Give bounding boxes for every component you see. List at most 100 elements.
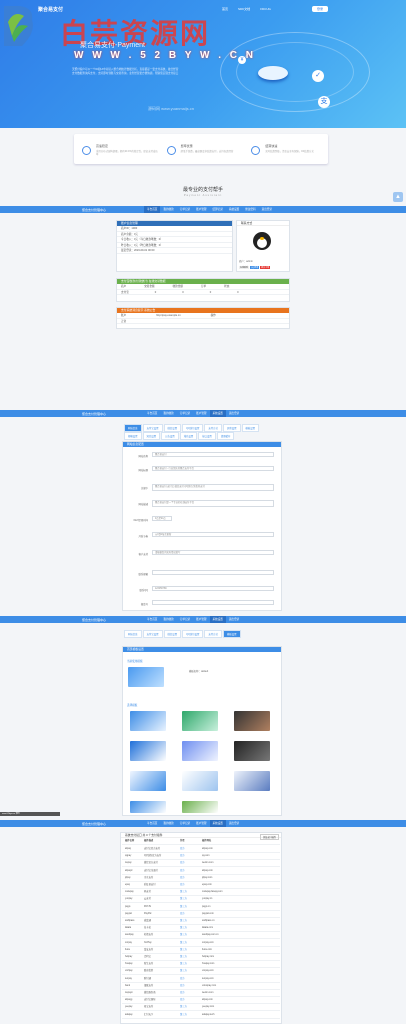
table-row[interactable]: jdpay 京东支付 官方 jdpay.com	[122, 875, 280, 882]
email-input[interactable]	[152, 570, 274, 575]
admin-brand[interactable]: 聚合支付管理中心	[82, 618, 144, 622]
tab-qq[interactable]: QQ钱包设置	[182, 424, 204, 432]
tab-site[interactable]: 网站信息	[124, 630, 142, 638]
nav-logout[interactable]: 退出登录	[259, 206, 275, 213]
tab-api[interactable]: 接口设置	[198, 432, 216, 440]
table-row[interactable]: alipay 支付宝官方支付 官方 alipay.com	[122, 846, 280, 853]
nav-account[interactable]: 账户管理	[193, 206, 209, 213]
table-row[interactable]: xorpay XorPay 第三方 xorpay.com	[122, 940, 280, 947]
nav-orders[interactable]: 订单记录	[177, 410, 193, 417]
table-row[interactable]: lakala 拉卡拉 第三方 lakala.com	[122, 925, 280, 933]
nav-orders[interactable]: 订单记录	[177, 820, 193, 827]
nav-receive[interactable]: 我的收款	[160, 616, 176, 623]
login-button[interactable]: 登录	[312, 6, 329, 12]
site-title-input[interactable]: 聚合易支付 - 行业领先的聚合支付平台	[152, 466, 274, 471]
nav-system[interactable]: 系统设置	[209, 410, 226, 417]
withdraw-time-input[interactable]: 0点至24点	[152, 516, 172, 521]
table-row[interactable]: epay 彩虹易支付 官方 epay.com	[122, 882, 280, 889]
nav-password[interactable]: 修改密码	[242, 206, 258, 213]
table-row[interactable]: umfpay 联动优势 第三方 umpay.com	[122, 968, 280, 976]
nav-fdcug[interactable]: FDCUG	[260, 7, 271, 11]
table-row[interactable]: alipayg 支付宝国际 官方 alipay.com	[122, 997, 280, 1005]
template-thumb[interactable]	[182, 741, 218, 761]
tab-alipay[interactable]: 支付宝设置	[142, 424, 163, 432]
tab-wechat[interactable]: 微信设置	[163, 630, 182, 638]
nav-account[interactable]: 账户管理	[193, 616, 209, 623]
tab-alipay[interactable]: 支付宝设置	[142, 630, 163, 638]
nav-receive[interactable]: 我的收款	[160, 410, 176, 417]
table-row[interactable]: tenpay 财付通 官方 tenpay.com	[122, 976, 280, 983]
template-thumb[interactable]	[182, 801, 218, 813]
support-input[interactable]: 请根据您的实际情况填写	[152, 550, 274, 555]
table-row[interactable]: bank 银联支付 官方 unionpay.com	[122, 983, 280, 990]
nav-receive[interactable]: 我的收款	[160, 206, 176, 213]
description-input[interactable]: 聚合易支付是一个专业的在线支付平台	[152, 500, 274, 507]
site-name-input[interactable]: 聚合易支付	[152, 452, 274, 457]
icp-input[interactable]	[152, 600, 274, 605]
template-thumb[interactable]	[130, 801, 166, 813]
nav-logout[interactable]: 退出登录	[226, 820, 242, 827]
nav-account[interactable]: 账户管理	[193, 820, 209, 827]
keywords-input[interactable]: 聚合易支付,支付宝,微信支付,QQ钱包,免签约支付	[152, 484, 274, 491]
tab-wechat[interactable]: 微信设置	[163, 424, 182, 432]
contact-ticket-button[interactable]: 提交工单	[260, 266, 271, 269]
table-row[interactable]: wxpayn 微信服务商 官方 weixin.com	[122, 990, 280, 997]
table-row[interactable]: alipayd 支付宝当面付 官方 alipay.com	[122, 868, 280, 875]
scroll-top-button[interactable]: ▲	[393, 192, 403, 202]
table-row[interactable]: payjs PAYJS 第三方 payjs.cn	[122, 904, 280, 911]
nav-dashboard[interactable]: 平台首页	[144, 616, 160, 623]
tab-cache[interactable]: 清理缓存	[216, 432, 235, 440]
tab-mail[interactable]: 邮箱设置	[124, 432, 142, 440]
nav-account[interactable]: 账户管理	[193, 410, 209, 417]
template-thumb[interactable]	[130, 771, 166, 791]
tab-template[interactable]: 模板设置	[222, 630, 241, 638]
tab-domain[interactable]: 域名设置	[179, 432, 198, 440]
contact-qq-button[interactable]: QQ咨询	[250, 266, 260, 269]
tab-qq[interactable]: QQ钱包设置	[182, 630, 204, 638]
tab-notice[interactable]: 公告设置	[161, 432, 179, 440]
table-row[interactable]: codepay 码支付 第三方 codepay.fateqq.com	[122, 889, 280, 897]
table-row[interactable]: wxpay 微信官方支付 官方 weixin.com	[122, 860, 280, 868]
table-row[interactable]: fuiou 富友支付 第三方 fuiou.com	[122, 947, 280, 954]
tab-paytype[interactable]: 支付方式	[204, 424, 222, 432]
tab-sms[interactable]: 短信设置	[142, 432, 161, 440]
nav-dashboard[interactable]: 平台首页	[144, 410, 160, 417]
table-row[interactable]: yunpay 云支付 第三方 yunpay.cn	[122, 896, 280, 904]
qq-input[interactable]: 123456789	[152, 586, 274, 591]
tab-paytype[interactable]: 支付方式	[204, 630, 222, 638]
template-thumb[interactable]	[182, 711, 218, 731]
nav-logout[interactable]: 退出登录	[226, 616, 242, 623]
nav-system[interactable]: 系统设置	[209, 820, 226, 827]
tab-other[interactable]: 其他设置	[222, 424, 241, 432]
admin-brand[interactable]: 聚合支付管理中心	[82, 208, 144, 212]
template-thumb[interactable]	[182, 771, 218, 791]
nav-system[interactable]: 系统设置	[209, 616, 226, 623]
nav-dashboard[interactable]: 平台首页	[144, 206, 161, 213]
nav-logout[interactable]: 退出登录	[226, 410, 242, 417]
template-thumb[interactable]	[130, 741, 166, 761]
nav-dashboard[interactable]: 平台首页	[144, 820, 160, 827]
template-thumb[interactable]	[130, 711, 166, 731]
nav-home[interactable]: 首页	[222, 7, 228, 11]
table-row[interactable]: yeepay 易宝支付 第三方 yeepay.com	[122, 1004, 280, 1012]
table-row[interactable]: paypal PayPal 官方 paypal.com	[122, 911, 280, 918]
nav-settle[interactable]: 结算记录	[210, 206, 226, 213]
table-row[interactable]: swiftpass 威富通 第三方 swiftpass.cn	[122, 918, 280, 925]
nav-orders[interactable]: 订单记录	[177, 206, 193, 213]
contact-online-button[interactable]: 在线联系	[239, 266, 250, 269]
table-row[interactable]: qqpay QQ钱包官方支付 官方 qq.com	[122, 853, 280, 861]
nav-orders[interactable]: 订单记录	[177, 616, 193, 623]
admin-brand[interactable]: 聚合支付管理中心	[82, 822, 144, 826]
nav-system[interactable]: 系统设置	[226, 206, 242, 213]
table-row[interactable]: helipay 合利宝 第三方 helipay.com	[122, 954, 280, 961]
nav-sdk[interactable]: SDK文档	[238, 7, 250, 11]
template-thumb[interactable]	[234, 741, 270, 761]
template-thumb[interactable]	[234, 711, 270, 731]
admin-brand[interactable]: 聚合支付管理中心	[82, 412, 144, 416]
dev-input[interactable]: 从0到1每次更新	[152, 532, 274, 537]
table-row[interactable]: sandpay 杉德支付 第三方 sandpay.com.cn	[122, 932, 280, 940]
table-row[interactable]: hnapay 新生支付 第三方 hnapay.com	[122, 961, 280, 969]
template-thumb[interactable]	[234, 771, 270, 791]
nav-receive[interactable]: 我的收款	[160, 820, 176, 827]
tab-template[interactable]: 模板设置	[241, 424, 260, 432]
